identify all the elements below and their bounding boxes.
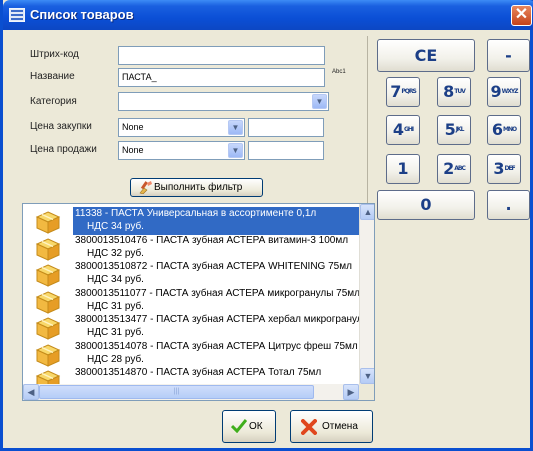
key-0[interactable]: 0	[377, 190, 475, 220]
keyboard-mode-indicator: Abc1	[332, 69, 346, 75]
divider	[367, 36, 368, 218]
product-text: 3800013511077 - ПАСТА зубная АСТЕРА микр…	[73, 287, 361, 315]
sale-price-label: Цена продажи	[30, 144, 97, 155]
ok-label: ОК	[249, 421, 263, 432]
ok-button[interactable]: ОК	[222, 410, 276, 443]
sale-price-mode-select[interactable]: None ▼	[118, 141, 245, 160]
ce-key[interactable]: CE	[377, 39, 475, 72]
key-digit: 9	[490, 82, 502, 101]
key-9[interactable]: 9WXYZ	[487, 77, 521, 107]
product-box-icon	[35, 264, 61, 287]
purchase-price-mode-value: None	[122, 122, 144, 132]
product-vat: НДС 31 руб.	[87, 300, 144, 312]
key-letters: DEF	[504, 165, 515, 172]
purchase-price-label: Цена закупки	[30, 121, 92, 132]
window-title: Список товаров	[30, 7, 134, 22]
product-list[interactable]: 11338 - ПАСТА Универсальная в ассортимен…	[22, 203, 375, 401]
key-letters: PQRS	[401, 88, 416, 95]
key-digit: 2	[443, 159, 455, 178]
key-digit: 1	[397, 159, 409, 178]
list-icon	[9, 8, 25, 22]
product-box-icon	[35, 237, 61, 261]
product-text: 3800013513477 - ПАСТА зубная АСТЕРА херб…	[73, 313, 361, 341]
product-vat: НДС 31 руб.	[87, 327, 144, 338]
name-input[interactable]: ПАСТА_	[118, 68, 325, 87]
scroll-corner	[359, 384, 374, 400]
barcode-input[interactable]	[118, 46, 325, 65]
key-letters: GHI	[403, 126, 414, 133]
chevron-down-icon[interactable]: ▼	[312, 94, 327, 109]
key-digit: 7	[390, 82, 402, 101]
chevron-down-icon[interactable]: ▼	[228, 120, 243, 135]
category-label: Категория	[30, 96, 77, 107]
product-vat: НДС 32 руб.	[87, 247, 144, 259]
filter-icon	[139, 181, 152, 194]
purchase-price-mode-select[interactable]: None ▼	[118, 118, 245, 137]
product-line: 11338 - ПАСТА Универсальная в ассортимен…	[75, 208, 317, 219]
product-line: 3800013510872 - ПАСТА зубная АСТЕРА WHIT…	[75, 261, 352, 272]
key-digit: 6	[491, 120, 504, 139]
title-bar[interactable]: Список товаров ✕	[3, 0, 533, 30]
product-box-icon	[35, 343, 61, 367]
product-line: 3800013511077 - ПАСТА зубная АСТЕРА микр…	[75, 287, 361, 299]
product-vat: НДС 34 руб.	[87, 274, 144, 285]
dot-key[interactable]: .	[487, 190, 530, 220]
barcode-label: Штрих-код	[30, 49, 79, 60]
vertical-scrollbar[interactable]: ▲ ▼	[359, 204, 374, 384]
close-icon: ✕	[514, 6, 529, 23]
product-text: 3800013510872 - ПАСТА зубная АСТЕРА WHIT…	[73, 260, 361, 288]
key-1[interactable]: 1	[386, 154, 420, 184]
scroll-up-icon[interactable]: ▲	[360, 204, 374, 220]
scroll-right-icon[interactable]: ▶	[343, 384, 359, 400]
cancel-x-icon	[301, 419, 317, 435]
key-letters: TUV	[454, 88, 466, 95]
key-2[interactable]: 2ABC	[437, 154, 471, 184]
sale-price-mode-value: None	[122, 145, 144, 155]
cancel-button[interactable]: Отмена	[290, 410, 373, 443]
key-digit: 4	[392, 120, 404, 139]
key-letters: JKL	[455, 126, 465, 133]
key-5[interactable]: 5JKL	[437, 115, 471, 145]
key-digit: 5	[444, 120, 456, 139]
minus-key[interactable]: -	[487, 39, 530, 72]
key-digit: 3	[493, 159, 505, 178]
key-4[interactable]: 4GHI	[386, 115, 420, 145]
cancel-label: Отмена	[322, 421, 358, 432]
product-text: 11338 - ПАСТА Универсальная в ассортимен…	[73, 207, 361, 235]
key-7[interactable]: 7PQRS	[386, 77, 420, 107]
category-select[interactable]: ▼	[118, 92, 329, 111]
product-line: 3800013514078 - ПАСТА зубная АСТЕРА Цитр…	[75, 340, 358, 352]
horizontal-scroll-thumb[interactable]: |||	[39, 385, 314, 399]
product-vat: НДС 28 руб.	[87, 353, 144, 365]
apply-filter-label: Выполнить фильтр	[154, 182, 243, 193]
key-digit: 8	[443, 82, 455, 101]
key-letters: ABC	[454, 165, 466, 172]
checkmark-icon	[231, 419, 247, 433]
key-6[interactable]: 6MNO	[487, 115, 521, 145]
purchase-price-input[interactable]	[248, 118, 324, 137]
horizontal-scrollbar[interactable]: ◀ ||| ▶	[23, 384, 359, 400]
key-8[interactable]: 8TUV	[437, 77, 471, 107]
product-box-icon	[35, 211, 61, 234]
scroll-left-icon[interactable]: ◀	[23, 384, 39, 400]
product-text: 3800013510476 - ПАСТА зубная АСТЕРА вита…	[73, 234, 361, 262]
sale-price-input[interactable]	[248, 141, 324, 160]
product-box-icon	[35, 290, 61, 314]
key-3[interactable]: 3DEF	[487, 154, 521, 184]
product-line: 3800013510476 - ПАСТА зубная АСТЕРА вита…	[75, 234, 349, 246]
product-text: 3800013514078 - ПАСТА зубная АСТЕРА Цитр…	[73, 340, 361, 368]
key-letters: WXYZ	[501, 88, 519, 95]
product-vat: НДС 34 руб.	[87, 221, 144, 232]
product-line: 3800013513477 - ПАСТА зубная АСТЕРА херб…	[75, 314, 361, 325]
key-letters: MNO	[503, 126, 517, 133]
chevron-down-icon[interactable]: ▼	[228, 143, 243, 158]
product-box-icon	[35, 317, 61, 340]
apply-filter-button[interactable]: Выполнить фильтр	[130, 178, 263, 197]
product-line: 3800013514870 - ПАСТА зубная АСТЕРА Тота…	[75, 367, 322, 378]
name-label: Название	[30, 71, 75, 82]
product-list-dialog: Список товаров ✕ Штрих-код Название ПАСТ…	[0, 0, 533, 451]
scroll-down-icon[interactable]: ▼	[360, 368, 374, 384]
close-button[interactable]: ✕	[511, 5, 532, 26]
